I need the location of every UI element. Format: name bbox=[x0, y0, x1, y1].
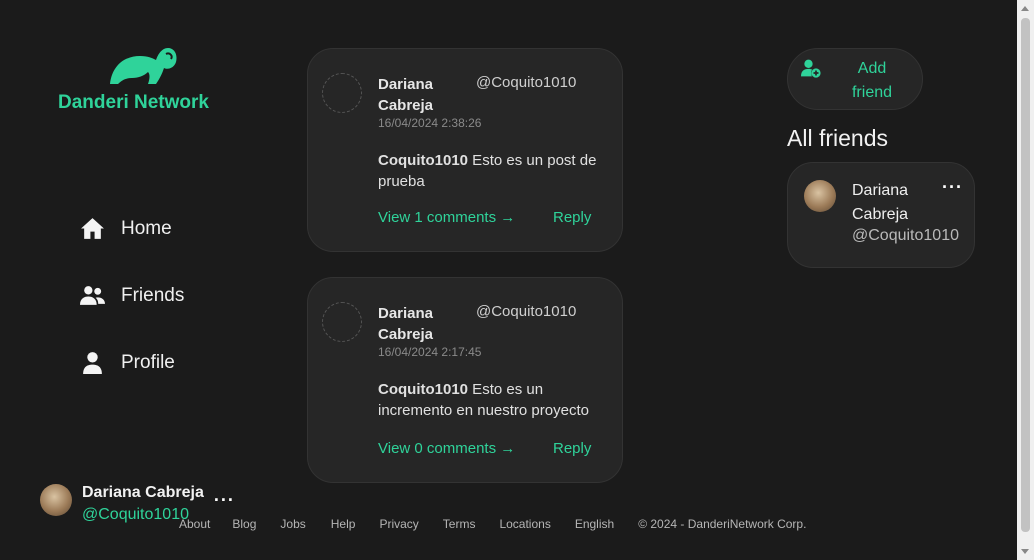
post-date: 16/04/2024 2:38:26 bbox=[378, 116, 482, 130]
nav-item-profile[interactable]: Profile bbox=[80, 350, 175, 375]
avatar bbox=[40, 484, 72, 516]
footer-link-help[interactable]: Help bbox=[331, 517, 356, 531]
footer-link-terms[interactable]: Terms bbox=[443, 517, 476, 531]
all-friends-title: All friends bbox=[787, 125, 888, 151]
nav-item-label: Profile bbox=[121, 351, 175, 373]
post-handle[interactable]: @Coquito1010 bbox=[476, 74, 576, 91]
brand-name: Danderi Network bbox=[58, 92, 209, 113]
post-handle[interactable]: @Coquito1010 bbox=[476, 303, 576, 320]
post-body: Coquito1010 Esto es un post de prueba bbox=[378, 150, 603, 192]
current-user-name: Dariana Cabreja bbox=[82, 484, 204, 501]
nav-item-friends[interactable]: Friends bbox=[80, 283, 184, 308]
post-body-user: Coquito1010 bbox=[378, 152, 469, 169]
add-friend-button[interactable]: Add friend bbox=[787, 48, 923, 110]
home-icon bbox=[81, 218, 104, 239]
footer-link-blog[interactable]: Blog bbox=[232, 517, 256, 531]
reply-button[interactable]: Reply bbox=[553, 209, 591, 226]
view-comments-link[interactable]: View 1 comments → bbox=[378, 209, 515, 226]
scroll-up-icon[interactable] bbox=[1021, 6, 1029, 11]
post-card: Dariana Cabreja @Coquito1010 16/04/2024 … bbox=[307, 48, 623, 252]
post-body: Coquito1010 Esto es un incremento en nue… bbox=[378, 379, 603, 421]
footer-link-about[interactable]: About bbox=[179, 517, 210, 531]
post-body-user: Coquito1010 bbox=[378, 381, 469, 398]
footer-link-jobs[interactable]: Jobs bbox=[280, 517, 305, 531]
friend-card[interactable]: Dariana Cabreja @Coquito1010 ··· bbox=[787, 162, 975, 268]
post-author[interactable]: Dariana Cabreja bbox=[378, 303, 468, 345]
scroll-down-icon[interactable] bbox=[1021, 549, 1029, 554]
post-author[interactable]: Dariana Cabreja bbox=[378, 74, 468, 116]
add-user-icon bbox=[801, 59, 821, 78]
nav-item-home[interactable]: Home bbox=[80, 216, 172, 241]
copyright: © 2024 - DanderiNetwork Corp. bbox=[638, 517, 807, 531]
avatar bbox=[804, 180, 836, 212]
footer: About Blog Jobs Help Privacy Terms Locat… bbox=[179, 517, 806, 531]
more-options-icon[interactable]: ··· bbox=[214, 490, 235, 511]
brand-logo[interactable]: Danderi Network bbox=[58, 44, 228, 114]
nav-item-label: Friends bbox=[121, 284, 185, 306]
scrollbar-thumb[interactable] bbox=[1021, 18, 1030, 532]
footer-link-locations[interactable]: Locations bbox=[499, 517, 550, 531]
post-date: 16/04/2024 2:17:45 bbox=[378, 345, 482, 359]
friend-name: Dariana Cabreja bbox=[852, 182, 909, 223]
post-card: Dariana Cabreja @Coquito1010 16/04/2024 … bbox=[307, 277, 623, 483]
avatar bbox=[322, 73, 362, 113]
footer-link-language[interactable]: English bbox=[575, 517, 614, 531]
more-options-icon[interactable]: ··· bbox=[942, 177, 963, 198]
avatar bbox=[322, 302, 362, 342]
add-friend-label: Add friend bbox=[851, 60, 893, 101]
nav-item-label: Home bbox=[121, 217, 172, 239]
view-comments-link[interactable]: View 0 comments → bbox=[378, 440, 515, 457]
footer-link-privacy[interactable]: Privacy bbox=[379, 517, 418, 531]
vertical-scrollbar[interactable] bbox=[1017, 0, 1034, 560]
elephant-logo-icon bbox=[110, 48, 177, 84]
friends-icon bbox=[80, 286, 105, 305]
profile-icon bbox=[83, 352, 102, 374]
reply-button[interactable]: Reply bbox=[553, 440, 591, 457]
friend-handle: @Coquito1010 bbox=[852, 227, 959, 244]
